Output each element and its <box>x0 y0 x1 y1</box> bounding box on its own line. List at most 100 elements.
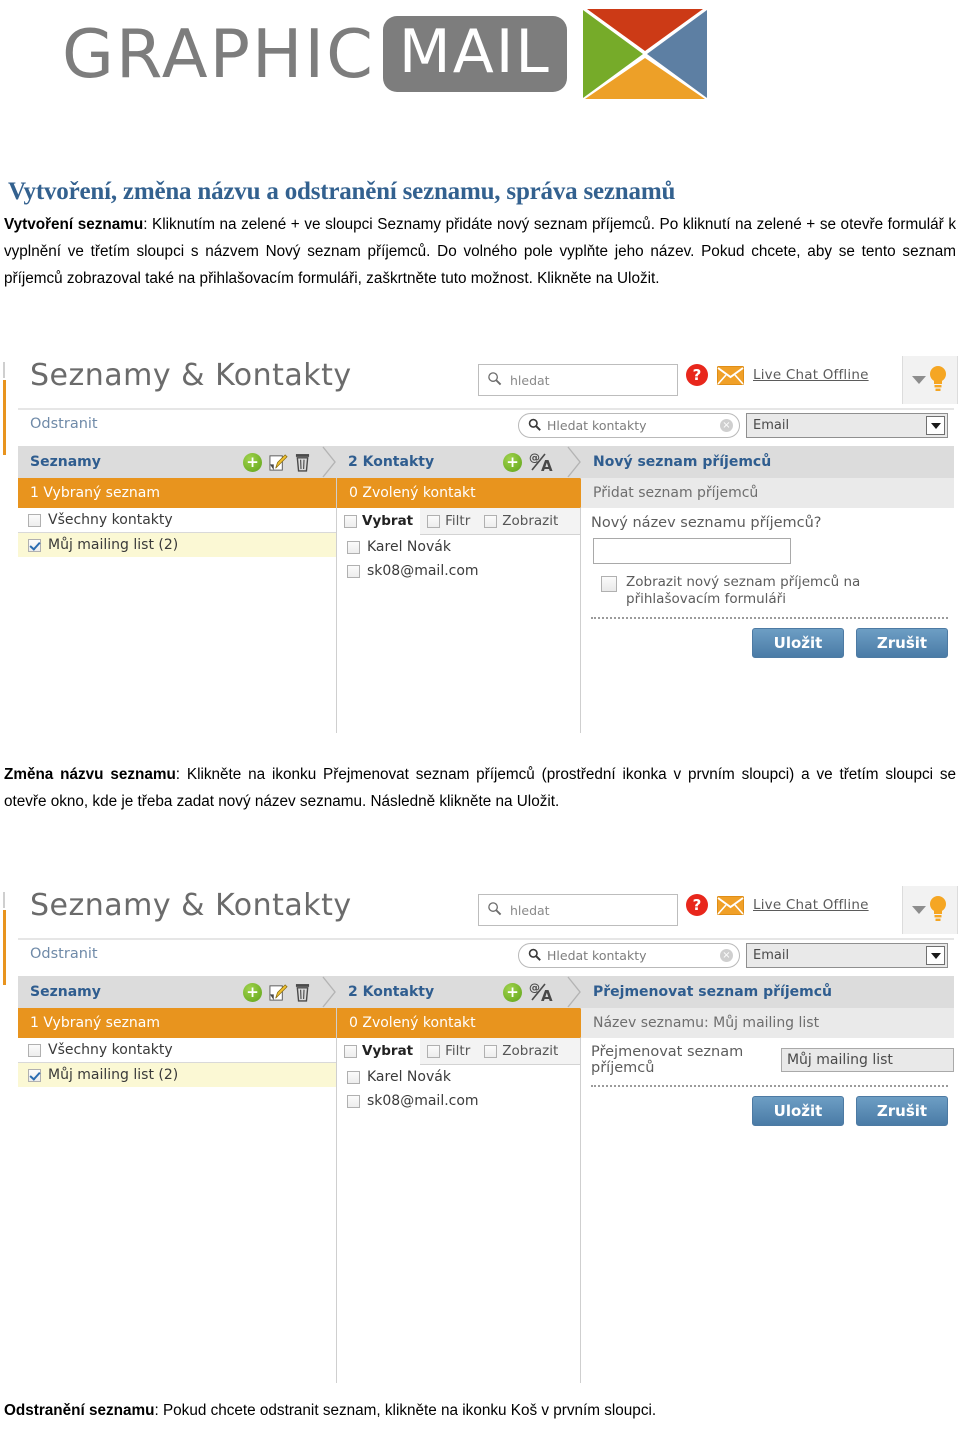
breadcrumb-item-contacts[interactable]: 2 Kontakty + @ A <box>336 976 581 1008</box>
contact-checkbox[interactable] <box>347 1070 360 1084</box>
list-checkbox[interactable] <box>28 538 41 552</box>
contact-checkbox[interactable] <box>347 564 360 578</box>
paragraph-create-list: Vytvoření seznamu: Kliknutím na zelené +… <box>4 212 956 292</box>
help-icon[interactable]: ? <box>686 894 708 916</box>
tab-zobrazit[interactable]: Zobrazit <box>477 1038 565 1065</box>
contact-label: sk08@mail.com <box>367 1093 479 1109</box>
contact-label: sk08@mail.com <box>367 563 479 579</box>
chevron-down-icon[interactable] <box>912 906 926 914</box>
add-list-icon[interactable]: + <box>243 982 262 1002</box>
contact-tool-icons: + @ A <box>503 981 555 1003</box>
chevron-down-icon[interactable] <box>926 946 945 965</box>
paragraph-rename-list: Změna názvu seznamu: Klikněte na ikonku … <box>4 762 956 816</box>
delete-list-icon[interactable] <box>295 453 310 472</box>
add-contact-icon[interactable]: + <box>503 452 522 472</box>
lightbulb-icon[interactable] <box>928 364 948 396</box>
save-button[interactable]: Uložit <box>752 1096 844 1126</box>
search-icon <box>487 901 502 920</box>
import-contacts-icon[interactable]: @ A <box>529 451 555 473</box>
contact-search-input[interactable]: Hledat kontakty × <box>518 943 740 968</box>
save-button[interactable]: Uložit <box>752 627 844 658</box>
contact-checkbox[interactable] <box>347 540 360 554</box>
list-checkbox[interactable] <box>28 1043 41 1057</box>
clear-icon[interactable]: × <box>720 419 733 432</box>
search-icon <box>528 416 541 435</box>
add-contact-icon[interactable]: + <box>503 982 522 1002</box>
list-item[interactable]: Můj mailing list (2) <box>18 533 336 557</box>
list-item-label: Všechny kontakty <box>48 512 173 528</box>
contact-row[interactable]: sk08@mail.com <box>337 559 580 583</box>
breadcrumb-label: Seznamy <box>30 454 101 470</box>
filter-field-select[interactable]: Email <box>746 943 948 968</box>
contact-search-input[interactable]: Hledat kontakty × <box>518 413 740 438</box>
breadcrumb-item-form: Nový seznam příjemců <box>581 446 954 478</box>
list-item[interactable]: Všechny kontakty <box>18 508 336 533</box>
tab-label: Filtr <box>445 513 471 529</box>
breadcrumb-item-contacts[interactable]: 2 Kontakty + @ A <box>336 446 581 478</box>
lists-column: 1 Vybraný seznam Všechny kontakty Můj ma… <box>18 478 336 733</box>
clear-icon[interactable]: × <box>720 949 733 962</box>
delete-list-icon[interactable] <box>295 983 310 1002</box>
tab-vybrat[interactable]: Vybrat <box>337 507 421 535</box>
tab-filtr[interactable]: Filtr <box>420 508 477 535</box>
rename-list-icon[interactable] <box>269 453 288 472</box>
show-on-signup-checkbox[interactable] <box>601 576 617 592</box>
contacts-column: 0 Zvolený kontakt Vybrat Filtr Zobrazit … <box>336 478 595 733</box>
list-item[interactable]: Všechny kontakty <box>18 1038 336 1063</box>
rename-field-label: Přejmenovat seznam příjemců <box>591 1044 744 1076</box>
left-accent-grey <box>3 892 5 908</box>
search-input[interactable]: hledat <box>478 364 678 396</box>
import-contacts-icon[interactable]: @ A <box>529 981 555 1003</box>
help-icon[interactable]: ? <box>686 364 708 386</box>
show-on-signup-option[interactable]: Zobrazit nový seznam příjemců na přihlaš… <box>581 564 954 608</box>
envelope-icon[interactable] <box>717 895 744 915</box>
tab-checkbox[interactable] <box>484 1044 498 1058</box>
new-list-name-input[interactable] <box>593 538 791 564</box>
add-list-icon[interactable]: + <box>243 452 262 472</box>
tab-checkbox[interactable] <box>427 1044 441 1058</box>
tab-checkbox[interactable] <box>344 514 357 528</box>
tips-panel[interactable] <box>902 886 958 934</box>
contact-label: Karel Novák <box>367 539 451 555</box>
list-checkbox[interactable] <box>28 513 41 527</box>
live-chat-link[interactable]: Live Chat Offline <box>753 897 869 913</box>
rename-list-icon[interactable] <box>269 983 288 1002</box>
tab-checkbox[interactable] <box>344 1044 357 1058</box>
breadcrumb-item-form: Přejmenovat seznam příjemců <box>581 976 954 1008</box>
tab-filtr[interactable]: Filtr <box>420 1038 477 1065</box>
breadcrumb: Seznamy + 2 Kontakty + @ A <box>18 976 954 1008</box>
live-chat-link[interactable]: Live Chat Offline <box>753 367 869 383</box>
chevron-down-icon[interactable] <box>926 416 945 435</box>
lightbulb-icon[interactable] <box>928 894 948 926</box>
tips-panel[interactable] <box>902 356 958 404</box>
contact-row[interactable]: sk08@mail.com <box>337 1089 580 1113</box>
breadcrumb-item-lists[interactable]: Seznamy + <box>18 446 336 478</box>
contact-checkbox[interactable] <box>347 1094 360 1108</box>
cancel-button[interactable]: Zrušit <box>856 627 948 658</box>
breadcrumb-label: 2 Kontakty <box>348 984 435 1000</box>
tab-checkbox[interactable] <box>484 514 498 528</box>
search-input[interactable]: hledat <box>478 894 678 926</box>
contact-row[interactable]: Karel Novák <box>337 1065 580 1089</box>
delete-link[interactable]: Odstranit <box>30 946 98 962</box>
filter-field-select[interactable]: Email <box>746 413 948 438</box>
contact-row[interactable]: Karel Novák <box>337 535 580 559</box>
list-item[interactable]: Můj mailing list (2) <box>18 1063 336 1087</box>
contact-search-placeholder: Hledat kontakty <box>547 948 647 963</box>
tab-zobrazit[interactable]: Zobrazit <box>477 508 565 535</box>
delete-link[interactable]: Odstranit <box>30 416 98 432</box>
envelope-icon[interactable] <box>717 365 744 385</box>
page-title: Vytvoření, změna názvu a odstranění sezn… <box>8 178 676 205</box>
tab-checkbox[interactable] <box>427 514 441 528</box>
rename-list-input[interactable]: Můj mailing list <box>780 1048 954 1072</box>
breadcrumb-item-lists[interactable]: Seznamy + <box>18 976 336 1008</box>
cancel-button[interactable]: Zrušit <box>856 1096 948 1126</box>
contacts-status-bar: 0 Zvolený kontakt <box>337 1008 595 1038</box>
paragraph-1-lead: Vytvoření seznamu <box>4 216 144 233</box>
chevron-down-icon[interactable] <box>912 376 926 384</box>
tab-vybrat[interactable]: Vybrat <box>337 1037 421 1065</box>
lists-status-bar: 1 Vybraný seznam <box>18 1008 336 1038</box>
list-checkbox[interactable] <box>28 1068 41 1082</box>
svg-text:A: A <box>541 457 553 473</box>
form-column: Název seznamu: Můj mailing list Přejmeno… <box>581 1008 954 1383</box>
